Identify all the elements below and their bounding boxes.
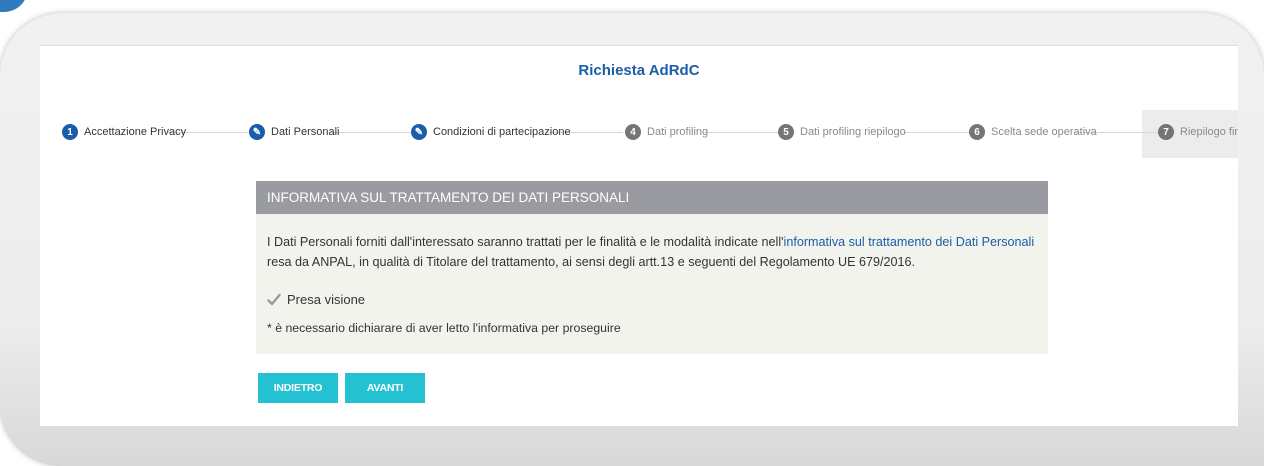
step-label: Accettazione Privacy [84, 126, 187, 138]
back-button[interactable]: INDIETRO [258, 373, 338, 403]
step-dati-personali[interactable]: ✎ Dati Personali [249, 124, 339, 140]
step-label: Dati profiling riepilogo [800, 126, 906, 138]
step-label: Dati profiling [647, 126, 709, 138]
next-button[interactable]: AVANTI [345, 373, 425, 403]
step-number-icon: 6 [969, 124, 985, 140]
step-dati-profiling-riepilogo[interactable]: 5 Dati profiling riepilogo [778, 124, 906, 140]
presa-visione-label: Presa visione [287, 292, 366, 307]
privacy-panel-body: I Dati Personali forniti dall'interessat… [256, 214, 1048, 354]
step-connector [903, 132, 969, 133]
step-label: Condizioni di partecipazione [433, 126, 571, 138]
step-number-icon: 4 [625, 124, 641, 140]
step-number-icon: 1 [62, 124, 78, 140]
step-accettazione-privacy[interactable]: 1 Accettazione Privacy [62, 124, 186, 140]
application-window: Richiesta AdRdC 1 Accettazione Privacy ✎… [40, 45, 1238, 426]
page-title: Richiesta AdRdC [578, 62, 700, 79]
pencil-icon: ✎ [249, 124, 265, 140]
corner-decoration [0, 0, 28, 12]
privacy-notice-text: I Dati Personali forniti dall'interessat… [267, 235, 1035, 269]
pencil-icon: ✎ [411, 124, 427, 140]
checkmark-icon [267, 293, 281, 306]
step-label: Scelta sede operativa [991, 126, 1097, 138]
step-riepilogo-finale[interactable]: 7 Riepilogo finale [1158, 124, 1238, 140]
step-label: Dati Personali [271, 126, 340, 138]
step-scelta-sede-operativa[interactable]: 6 Scelta sede operativa [969, 124, 1097, 140]
step-number-icon: 5 [778, 124, 794, 140]
privacy-policy-link[interactable]: informativa sul trattamento dei Dati Per… [784, 235, 1035, 249]
presa-visione-row[interactable]: Presa visione [267, 290, 1037, 310]
presa-visione-checkbox[interactable] [267, 293, 281, 307]
step-connector [704, 132, 778, 133]
step-connector [330, 132, 412, 133]
step-label: Riepilogo finale [1180, 126, 1238, 138]
step-condizioni-partecipazione[interactable]: ✎ Condizioni di partecipazione [411, 124, 571, 140]
step-dati-profiling[interactable]: 4 Dati profiling [625, 124, 708, 140]
required-note: * è necessario dichiarare di aver letto … [267, 321, 621, 335]
privacy-panel-header: INFORMATIVA SUL TRATTAMENTO DEI DATI PER… [256, 181, 1048, 214]
step-number-icon: 7 [1158, 124, 1174, 140]
wizard-stepper: 1 Accettazione Privacy ✎ Dati Personali … [40, 110, 1238, 160]
